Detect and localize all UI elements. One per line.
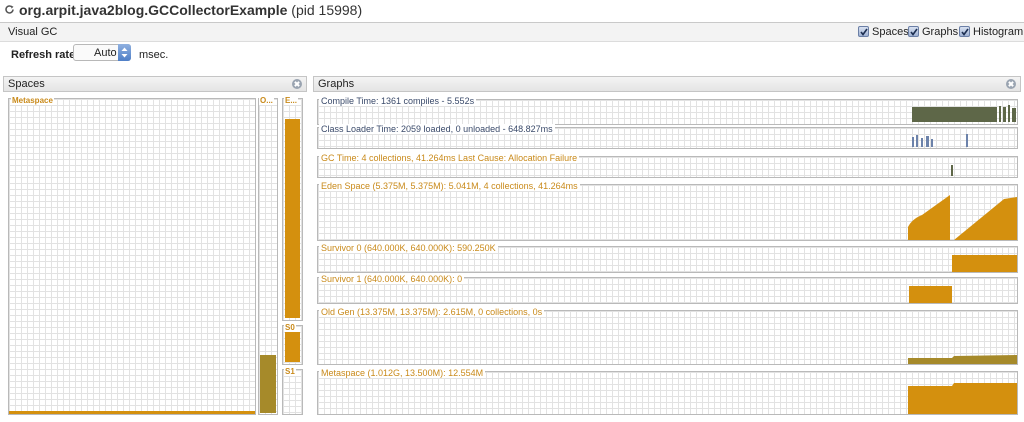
survivor-0-label: Survivor 0 (640.000K, 640.000K): 590.250…	[319, 243, 498, 253]
metaspace-plot	[908, 383, 1017, 414]
old-gen-space-label: O...	[259, 96, 274, 105]
old-gen-space	[258, 98, 278, 415]
survivor-0-fill	[285, 332, 300, 362]
spaces-checkbox[interactable]	[858, 26, 869, 37]
metaspace-space-label: Metaspace	[11, 96, 54, 105]
eden-space-graph	[317, 184, 1018, 241]
checkmark-icon	[860, 28, 868, 36]
close-icon[interactable]	[292, 79, 302, 89]
spaces-panel: Metaspace O... E... S0 S1	[3, 93, 307, 419]
eden-space	[282, 98, 303, 321]
survivor-1-label: Survivor 1 (640.000K, 640.000K): 0	[319, 274, 465, 284]
refresh-rate-unit: msec.	[139, 49, 169, 61]
old-gen-label: Old Gen (13.375M, 13.375M): 2.615M, 0 co…	[319, 307, 545, 317]
visual-gc-toolbar: Visual GC Spaces Graphs Histogram	[0, 22, 1024, 42]
old-gen-graph	[317, 310, 1018, 365]
stepper-arrows-icon[interactable]	[118, 44, 131, 61]
eden-space-plot	[908, 195, 1017, 240]
eden-space-label: Eden Space (5.375M, 5.375M): 5.041M, 4 c…	[319, 181, 580, 191]
refresh-rate-label: Refresh rate:	[11, 49, 79, 61]
metaspace-space	[8, 98, 256, 415]
pid-label: (pid 15998)	[291, 2, 363, 18]
metaspace-fill	[9, 411, 255, 414]
eden-space-label: E...	[284, 96, 299, 105]
refresh-rate-value: Auto	[94, 47, 117, 59]
survivor-0-space-label: S0	[284, 323, 296, 332]
old-gen-fill	[260, 355, 276, 413]
checkmark-icon	[910, 28, 918, 36]
spaces-checkbox-label[interactable]: Spaces	[872, 26, 909, 38]
window-title: org.arpit.java2blog.GCCollectorExample (…	[19, 2, 362, 18]
gc-time-label: GC Time: 4 collections, 41.264ms Last Ca…	[319, 153, 580, 163]
metaspace-label: Metaspace (1.012G, 13.500M): 12.554M	[319, 368, 486, 378]
graphs-panel-header: Graphs	[313, 76, 1021, 92]
graphs-panel: Compile Time: 1361 compiles - 5.552s Cla…	[313, 93, 1021, 419]
survivor-1-space-label: S1	[284, 367, 296, 376]
app-name: org.arpit.java2blog.GCCollectorExample	[19, 2, 288, 18]
graphs-panel-title: Graphs	[318, 78, 355, 90]
class-loader-label: Class Loader Time: 2059 loaded, 0 unload…	[319, 124, 555, 134]
histogram-checkbox-label[interactable]: Histogram	[973, 26, 1023, 38]
refresh-rate-select[interactable]: Auto	[73, 44, 131, 61]
histogram-checkbox[interactable]	[959, 26, 970, 37]
old-gen-plot	[908, 355, 1017, 364]
graphs-checkbox[interactable]	[908, 26, 919, 37]
spaces-panel-title: Spaces	[8, 78, 45, 90]
eden-fill	[285, 119, 300, 318]
window-title-bar: org.arpit.java2blog.GCCollectorExample (…	[0, 0, 1024, 22]
spaces-panel-header: Spaces	[3, 76, 307, 92]
graphs-checkbox-label[interactable]: Graphs	[922, 26, 958, 38]
refresh-icon[interactable]	[4, 4, 15, 15]
close-icon[interactable]	[1006, 79, 1016, 89]
visual-gc-tab[interactable]: Visual GC	[8, 26, 57, 38]
compile-time-label: Compile Time: 1361 compiles - 5.552s	[319, 96, 477, 106]
checkmark-icon	[961, 28, 969, 36]
